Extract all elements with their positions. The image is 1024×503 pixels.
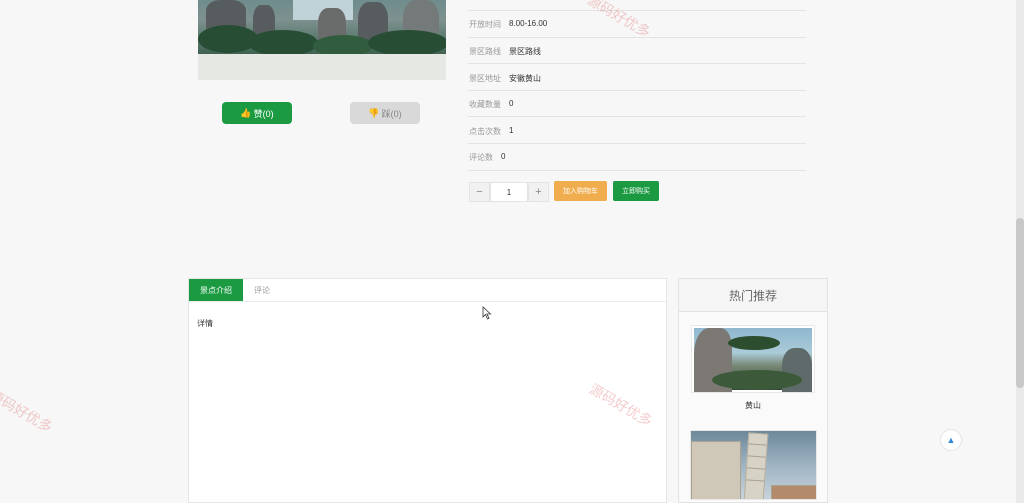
tab-intro[interactable]: 景点介绍: [189, 279, 243, 301]
like-button[interactable]: 👍 赞(0): [222, 102, 292, 124]
thumbs-up-icon: 👍: [240, 107, 252, 118]
open-time-value: 8.00-16.00: [509, 19, 548, 28]
back-to-top-button[interactable]: ▲: [940, 429, 962, 451]
open-time-label: 开放时间: [469, 20, 501, 29]
comment-count-value: 0: [501, 152, 506, 161]
buy-now-button[interactable]: 立即购买: [613, 181, 659, 201]
comment-count-label: 评论数: [469, 153, 493, 162]
hot-item-name[interactable]: 黄山: [691, 400, 815, 411]
quantity-decrease-button[interactable]: −: [469, 182, 490, 202]
dislike-button[interactable]: 👎 踩(0): [350, 102, 420, 124]
like-label: 赞(0): [253, 108, 274, 119]
arrow-up-icon: ▲: [946, 435, 956, 445]
favorites-label: 收藏数量: [469, 100, 501, 109]
scenic-photo: [198, 0, 446, 80]
route-label: 景区路线: [469, 47, 501, 56]
address-label: 景区地址: [469, 74, 501, 83]
dislike-label: 踩(0): [381, 108, 402, 119]
thumbs-down-icon: 👎: [368, 107, 380, 118]
mouse-cursor-icon: [482, 306, 492, 320]
hot-item-image[interactable]: [691, 325, 815, 393]
clicks-label: 点击次数: [469, 127, 501, 136]
detail-content: 详情: [197, 319, 213, 328]
clicks-value: 1: [509, 126, 514, 135]
address-value: 安徽黄山: [509, 74, 541, 83]
tab-comments[interactable]: 评论: [254, 279, 270, 301]
row-divider: [468, 170, 806, 171]
favorites-value: 0: [509, 99, 514, 108]
watermark: 源码好优多: [584, 0, 654, 41]
row-divider: [468, 143, 806, 144]
hot-title: 热门推荐: [728, 288, 777, 303]
row-divider: [468, 116, 806, 117]
row-divider: [468, 10, 806, 11]
scrollbar-thumb[interactable]: [1016, 218, 1024, 388]
hot-item-image[interactable]: [690, 430, 817, 500]
row-divider: [468, 90, 806, 91]
row-divider: [468, 63, 806, 64]
route-value: 景区路线: [509, 47, 541, 56]
watermark: 源码好优多: [0, 386, 56, 436]
quantity-input[interactable]: [490, 182, 528, 202]
hot-recommend-panel: 热门推荐 黄山: [678, 278, 828, 503]
add-to-cart-button[interactable]: 加入购物车: [554, 181, 607, 201]
quantity-increase-button[interactable]: +: [528, 182, 549, 202]
